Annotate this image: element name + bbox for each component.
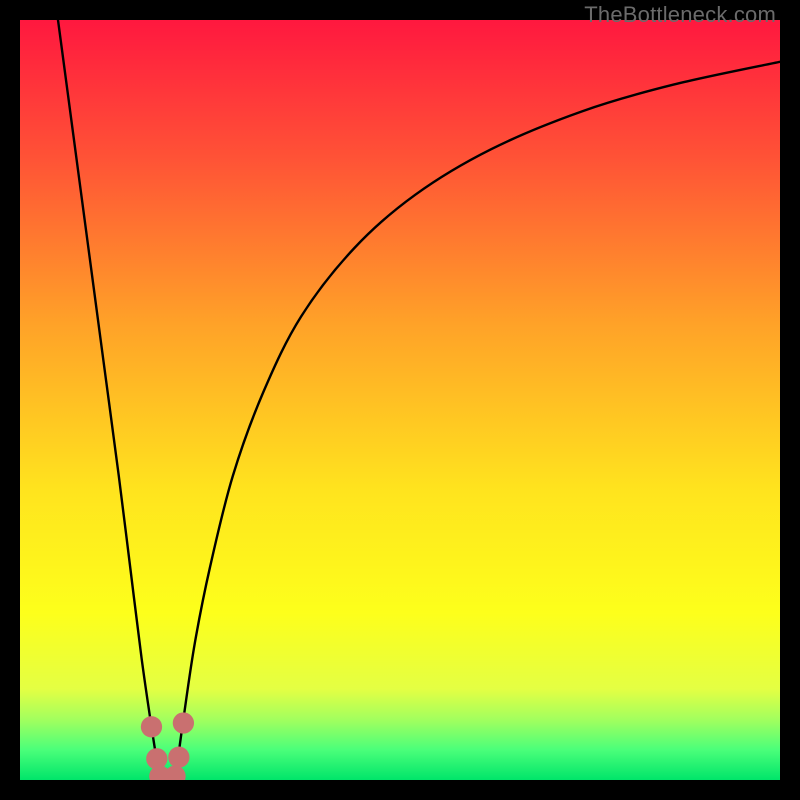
plot-area (20, 20, 780, 780)
chart-svg (20, 20, 780, 780)
data-marker (141, 716, 162, 737)
watermark-text: TheBottleneck.com (584, 2, 776, 28)
outer-black-frame: TheBottleneck.com (0, 0, 800, 800)
data-marker (173, 712, 194, 733)
gradient-background (20, 20, 780, 780)
data-marker (168, 747, 189, 768)
